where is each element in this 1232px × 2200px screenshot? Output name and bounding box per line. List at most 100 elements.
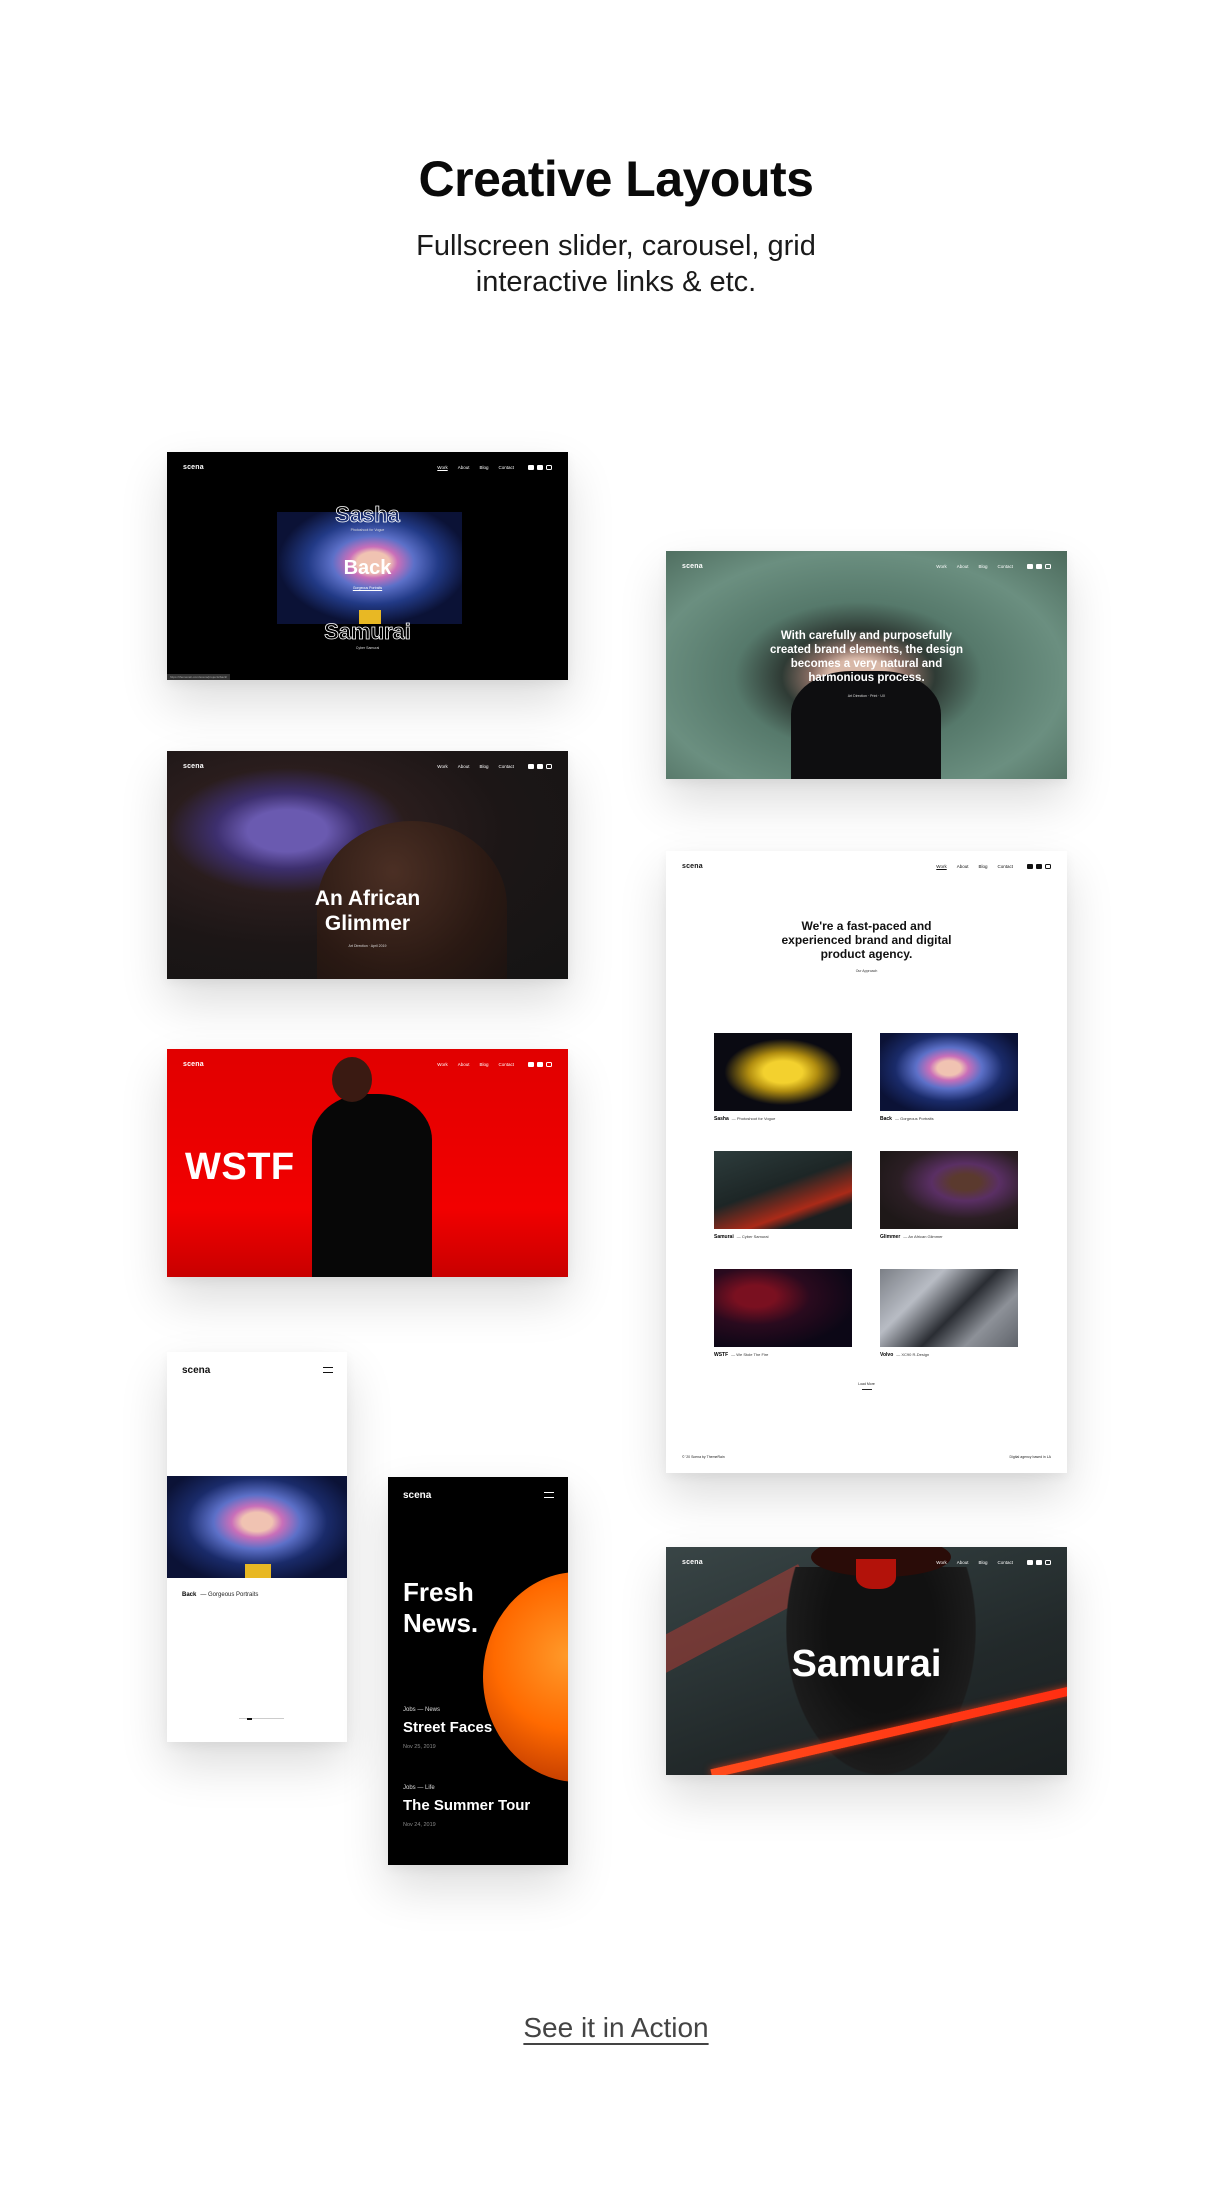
nav-contact[interactable]: Contact bbox=[997, 1560, 1013, 1565]
post-category[interactable]: Jobs — News bbox=[403, 1707, 492, 1713]
instagram-icon[interactable] bbox=[546, 763, 552, 769]
project-tile[interactable] bbox=[880, 1269, 1018, 1347]
twitter-icon[interactable] bbox=[528, 763, 534, 769]
twitter-icon[interactable] bbox=[1027, 1559, 1033, 1565]
nav-blog[interactable]: Blog bbox=[479, 1062, 488, 1067]
site-logo[interactable]: scena bbox=[183, 1061, 204, 1068]
site-logo[interactable]: scena bbox=[682, 863, 703, 870]
nav-about[interactable]: About bbox=[458, 465, 470, 470]
site-nav: scena Work About Blog Contact bbox=[682, 861, 1051, 871]
nav-blog[interactable]: Blog bbox=[479, 764, 488, 769]
slide-title[interactable]: Samurai bbox=[167, 619, 568, 645]
post-title[interactable]: Street Faces bbox=[403, 1719, 492, 1736]
screenshot-mobile-portfolio: scena Back — Gorgeous Portraits bbox=[167, 1352, 347, 1742]
project-name[interactable]: Volvo bbox=[880, 1352, 893, 1358]
youtube-icon[interactable] bbox=[1036, 1559, 1042, 1565]
nav-work[interactable]: Work bbox=[437, 465, 447, 470]
see-it-in-action-link[interactable]: See it in Action bbox=[523, 2012, 708, 2043]
nav-work[interactable]: Work bbox=[936, 864, 946, 869]
hamburger-menu-icon[interactable] bbox=[323, 1367, 333, 1373]
load-more-underline bbox=[862, 1389, 872, 1390]
project-name[interactable]: Back bbox=[182, 1592, 196, 1598]
nav-work[interactable]: Work bbox=[437, 764, 447, 769]
site-logo[interactable]: scena bbox=[682, 1559, 703, 1566]
site-nav: scena Work About Blog Contact bbox=[682, 1557, 1051, 1567]
screenshot-glimmer: scena Work About Blog Contact An African… bbox=[167, 751, 568, 979]
site-logo[interactable]: scena bbox=[682, 563, 703, 570]
blog-post[interactable]: Jobs — Life The Summer Tour Nov 24, 2019 bbox=[403, 1785, 530, 1828]
slide-title-active[interactable]: Back bbox=[167, 557, 568, 580]
project-name[interactable]: Glimmer bbox=[880, 1234, 900, 1240]
post-title[interactable]: The Summer Tour bbox=[403, 1797, 530, 1814]
instagram-icon[interactable] bbox=[1045, 563, 1051, 569]
project-name[interactable]: WSTF bbox=[714, 1352, 728, 1358]
site-logo[interactable]: scena bbox=[183, 464, 204, 471]
nav-blog[interactable]: Blog bbox=[978, 1560, 987, 1565]
instagram-icon[interactable] bbox=[546, 1061, 552, 1067]
project-title: Samurai bbox=[791, 1643, 942, 1685]
site-logo[interactable]: scena bbox=[403, 1490, 431, 1501]
nav-blog[interactable]: Blog bbox=[978, 864, 987, 869]
approach-link[interactable]: Our Approach bbox=[666, 969, 1067, 973]
post-category[interactable]: Jobs — Life bbox=[403, 1785, 530, 1791]
project-image[interactable] bbox=[167, 1476, 347, 1578]
project-name[interactable]: Back bbox=[880, 1116, 892, 1122]
project-desc: We Stole The Fire bbox=[736, 1352, 769, 1357]
nav-contact[interactable]: Contact bbox=[997, 864, 1013, 869]
project-tile[interactable] bbox=[880, 1151, 1018, 1229]
instagram-icon[interactable] bbox=[546, 464, 552, 470]
quote-text: With carefully and purposefully created … bbox=[769, 630, 963, 684]
youtube-icon[interactable] bbox=[537, 464, 543, 470]
agency-headline: We're a fast-paced and experienced brand… bbox=[781, 919, 952, 961]
site-logo[interactable]: scena bbox=[182, 1365, 210, 1376]
nav-blog[interactable]: Blog bbox=[978, 564, 987, 569]
project-desc: Gorgeous Portraits bbox=[208, 1592, 259, 1598]
instagram-icon[interactable] bbox=[1045, 1559, 1051, 1565]
twitter-icon[interactable] bbox=[1027, 563, 1033, 569]
nav-work[interactable]: Work bbox=[437, 1062, 447, 1067]
youtube-icon[interactable] bbox=[1036, 863, 1042, 869]
project-tile[interactable] bbox=[714, 1033, 852, 1111]
nav-blog[interactable]: Blog bbox=[479, 465, 488, 470]
youtube-icon[interactable] bbox=[537, 763, 543, 769]
footer-copyright: © '20 Scena by ThemeRain bbox=[682, 1455, 725, 1459]
project-tile[interactable] bbox=[714, 1269, 852, 1347]
instagram-icon[interactable] bbox=[1045, 863, 1051, 869]
project-name[interactable]: Samurai bbox=[714, 1234, 734, 1240]
load-more-button[interactable]: Load More bbox=[666, 1382, 1067, 1386]
youtube-icon[interactable] bbox=[537, 1061, 543, 1067]
nav-about[interactable]: About bbox=[458, 1062, 470, 1067]
twitter-icon[interactable] bbox=[528, 464, 534, 470]
project-tile[interactable] bbox=[880, 1033, 1018, 1111]
screenshot-mobile-blog: scena Fresh News. Jobs — News Street Fac… bbox=[388, 1477, 568, 1865]
nav-about[interactable]: About bbox=[957, 1560, 969, 1565]
title-line: Glimmer bbox=[324, 912, 411, 935]
nav-about[interactable]: About bbox=[957, 564, 969, 569]
project-tile[interactable] bbox=[714, 1151, 852, 1229]
hero-image bbox=[483, 1572, 568, 1782]
site-nav: scena Work About Blog Contact bbox=[682, 561, 1051, 571]
slide-subtitle: Photoshoot for Vogue bbox=[350, 528, 385, 532]
twitter-icon[interactable] bbox=[1027, 863, 1033, 869]
project-caption: Samurai — Cyber Samurai bbox=[714, 1234, 769, 1240]
youtube-icon[interactable] bbox=[1036, 563, 1042, 569]
carousel-progress[interactable] bbox=[239, 1717, 284, 1720]
nav-contact[interactable]: Contact bbox=[498, 1062, 514, 1067]
nav-about[interactable]: About bbox=[458, 764, 470, 769]
project-caption: Glimmer — An African Glimmer bbox=[880, 1234, 943, 1240]
blog-post[interactable]: Jobs — News Street Faces Nov 25, 2019 bbox=[403, 1707, 492, 1750]
twitter-icon[interactable] bbox=[528, 1061, 534, 1067]
nav-contact[interactable]: Contact bbox=[498, 764, 514, 769]
nav-work[interactable]: Work bbox=[936, 1560, 946, 1565]
project-name[interactable]: Sasha bbox=[714, 1116, 729, 1122]
nav-work[interactable]: Work bbox=[936, 564, 946, 569]
nav-about[interactable]: About bbox=[957, 864, 969, 869]
cta-container: See it in Action bbox=[0, 2012, 1232, 2044]
screenshot-samurai: scena Work About Blog Contact Samurai bbox=[666, 1547, 1067, 1775]
nav-contact[interactable]: Contact bbox=[498, 465, 514, 470]
project-desc: Cyber Samurai bbox=[741, 1234, 769, 1239]
nav-contact[interactable]: Contact bbox=[997, 564, 1013, 569]
site-logo[interactable]: scena bbox=[183, 763, 204, 770]
slide-title[interactable]: Sasha bbox=[167, 502, 568, 528]
hamburger-menu-icon[interactable] bbox=[544, 1492, 554, 1498]
